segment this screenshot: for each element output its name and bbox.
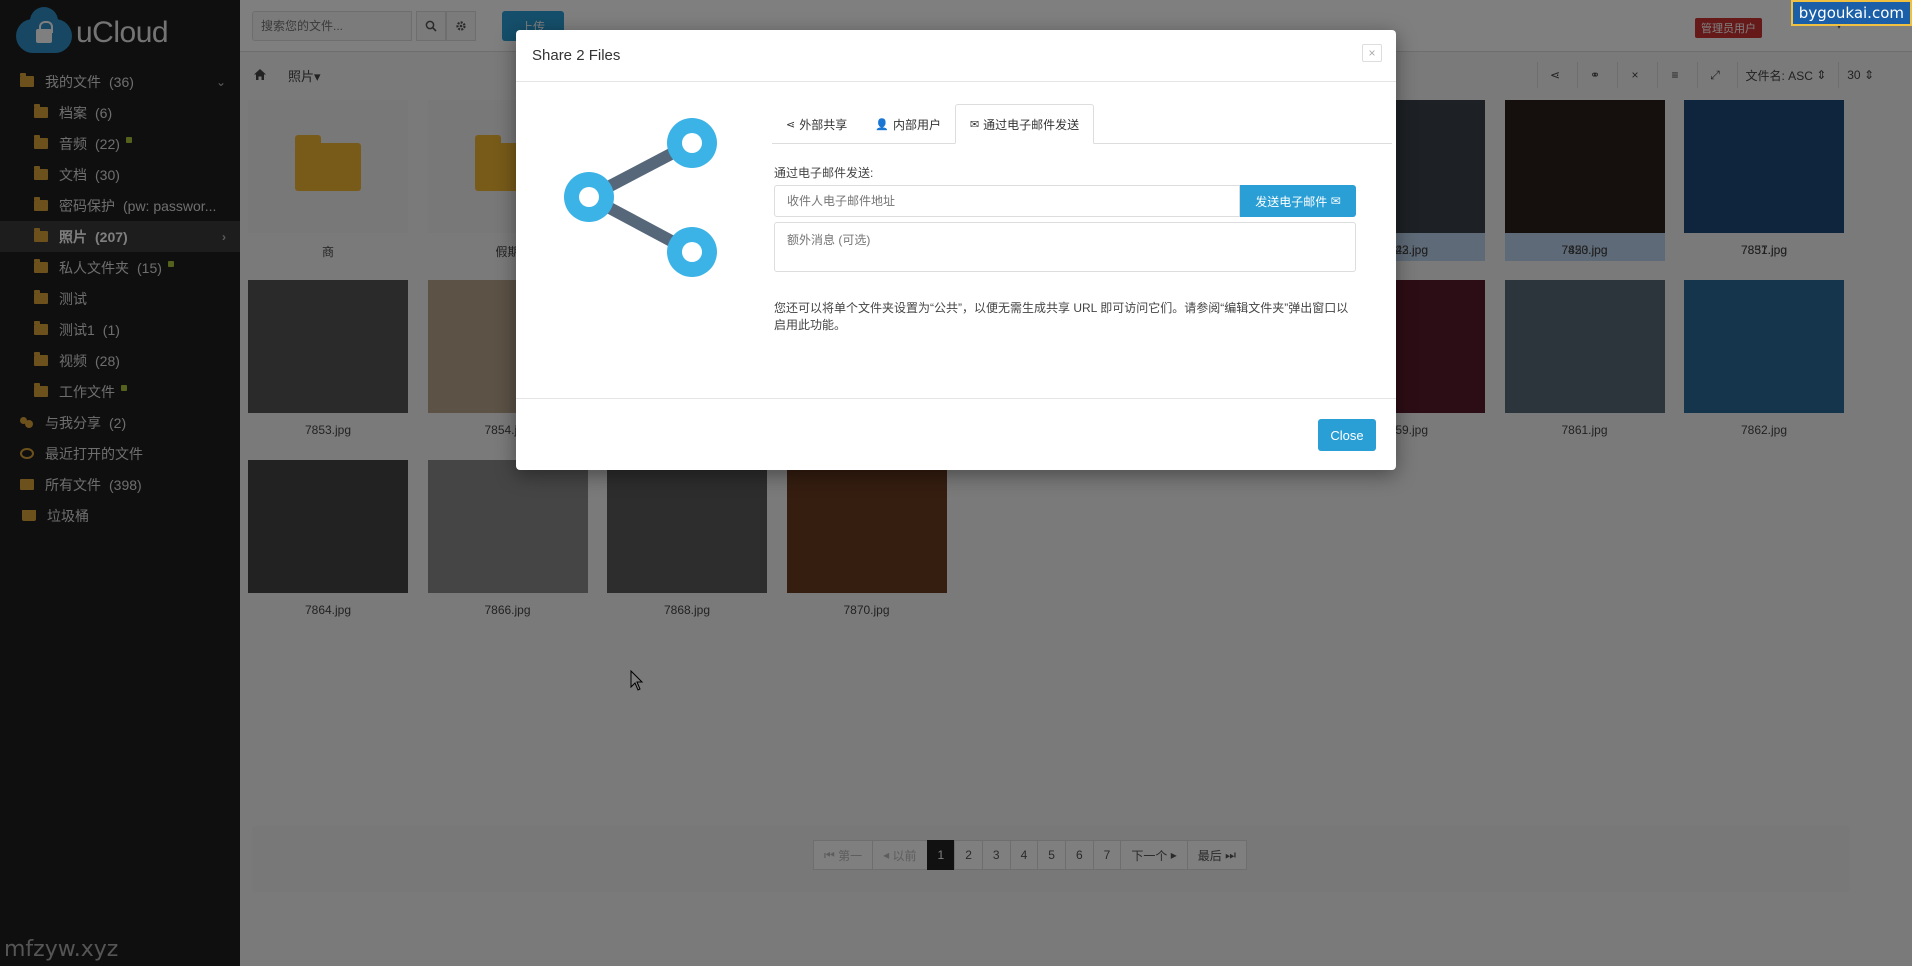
envelope-icon: ✉ bbox=[969, 118, 980, 131]
send-email-label: 发送电子邮件 bbox=[1255, 194, 1328, 209]
modal-footer: Close bbox=[516, 398, 1396, 470]
extra-message-input[interactable] bbox=[774, 222, 1356, 272]
share-icon: ⋖ bbox=[786, 118, 796, 131]
user-add-icon: 👤 bbox=[875, 118, 889, 131]
modal-close-x-button[interactable]: × bbox=[1362, 44, 1382, 62]
tab-label: 外部共享 bbox=[799, 117, 848, 132]
envelope-icon: ✉ bbox=[1330, 194, 1341, 208]
share-tabs: ⋖ 外部共享 👤 内部用户 ✉ 通过电子邮件发送 bbox=[772, 104, 1392, 144]
share-graphic-icon bbox=[564, 118, 717, 277]
tab-user-add[interactable]: 👤 内部用户 bbox=[861, 104, 955, 144]
public-folder-help-text: 您还可以将单个文件夹设置为“公共”，以便无需生成共享 URL 即可访问它们。请参… bbox=[774, 301, 1349, 332]
close-button[interactable]: Close bbox=[1318, 419, 1376, 451]
modal-header: Share 2 Files × bbox=[516, 30, 1396, 82]
email-form-label: 通过电子邮件发送: bbox=[774, 166, 874, 180]
tab-label: 内部用户 bbox=[892, 117, 941, 132]
recipient-email-input[interactable] bbox=[774, 185, 1240, 217]
tab-envelope[interactable]: ✉ 通过电子邮件发送 bbox=[954, 104, 1095, 144]
close-icon: × bbox=[1368, 46, 1376, 60]
share-modal: Share 2 Files × ⋖ 外部共享 👤 内部用户 ✉ 通过电子邮件发送 通过电子… bbox=[516, 30, 1396, 470]
tab-label: 通过电子邮件发送 bbox=[983, 117, 1080, 132]
send-email-button[interactable]: 发送电子邮件 ✉ bbox=[1240, 185, 1356, 217]
modal-title: Share 2 Files bbox=[532, 47, 621, 64]
tab-share[interactable]: ⋖ 外部共享 bbox=[772, 104, 861, 144]
corner-watermark: bygoukai.com bbox=[1790, 0, 1912, 26]
close-label: Close bbox=[1330, 427, 1364, 443]
